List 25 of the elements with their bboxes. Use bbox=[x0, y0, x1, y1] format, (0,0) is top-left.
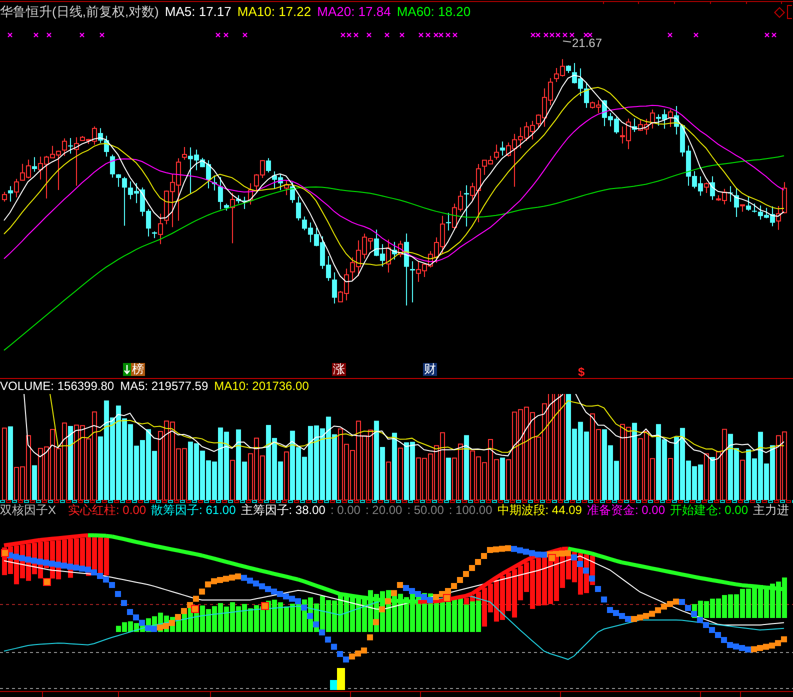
ranking-tag[interactable]: 榜 bbox=[131, 363, 145, 376]
moving-average-value: MA10: 17.22 bbox=[237, 4, 312, 20]
rise-tag[interactable]: 涨 bbox=[332, 363, 346, 376]
moving-average-value: MA60: 18.20 bbox=[396, 4, 471, 20]
stock-title: 华鲁恒升(日线,前复权,对数) bbox=[0, 4, 159, 20]
indicator-value: : 100.00 bbox=[448, 503, 492, 518]
indicator-value: 中期波段: 44.09 bbox=[497, 503, 582, 518]
indicator-value: : 20.00 bbox=[365, 503, 402, 518]
indicator-value: : 50.00 bbox=[407, 503, 444, 518]
indicator-value: 实心红柱: 0.00 bbox=[68, 503, 146, 518]
volume-value: MA5: 219577.59 bbox=[120, 379, 208, 394]
moving-average-value: MA20: 17.84 bbox=[317, 4, 391, 20]
indicator-value: 主力进 bbox=[753, 503, 790, 518]
indicator-value: : 0.00 bbox=[330, 503, 360, 518]
indicator-name: 双核因子X bbox=[0, 503, 56, 518]
indicator-value: 散筹因子: 61.00 bbox=[151, 503, 236, 518]
volume-value: MA10: 201736.00 bbox=[214, 379, 309, 394]
dollar-marker[interactable]: $ bbox=[578, 366, 585, 379]
volume-value: VOLUME: 156399.80 bbox=[0, 379, 114, 394]
indicator-value: 准备资金: 0.00 bbox=[586, 503, 665, 518]
finance-tag[interactable]: 财 bbox=[423, 363, 437, 376]
indicator-value: 开始建仓: 0.00 bbox=[670, 503, 748, 518]
moving-average-value: MA5: 17.17 bbox=[164, 4, 232, 20]
peak-price-label: 21.67 bbox=[572, 36, 602, 50]
indicator-value: 主筹因子: 38.00 bbox=[240, 503, 326, 518]
